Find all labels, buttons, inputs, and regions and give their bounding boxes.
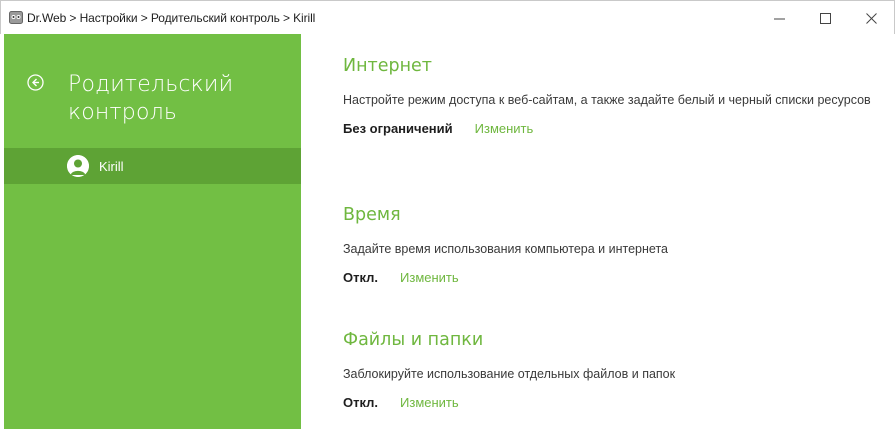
drweb-app-icon xyxy=(9,11,23,24)
status-row: Откл. Изменить xyxy=(343,395,883,410)
main-content: Интернет Настройте режим доступа к веб-с… xyxy=(301,34,895,429)
section-title: Файлы и папки xyxy=(343,330,484,350)
files-section: Файлы и папки Заблокируйте использование… xyxy=(343,329,883,410)
change-files-link[interactable]: Изменить xyxy=(400,395,459,410)
time-section: Время Задайте время использования компью… xyxy=(343,204,883,285)
close-icon[interactable] xyxy=(848,1,894,35)
minimize-icon[interactable] xyxy=(756,1,802,35)
change-time-link[interactable]: Изменить xyxy=(400,270,459,285)
user-avatar-icon xyxy=(67,155,89,177)
window-title: Dr.Web > Настройки > Родительский контро… xyxy=(27,10,316,25)
window-controls xyxy=(756,1,894,35)
status-row: Откл. Изменить xyxy=(343,270,883,285)
maximize-icon[interactable] xyxy=(802,1,848,35)
status-value: Без ограничений xyxy=(343,121,453,136)
sidebar: Родительский контроль Kirill xyxy=(4,34,301,429)
sidebar-item-label: Kirill xyxy=(99,158,124,174)
sidebar-item-kirill[interactable]: Kirill xyxy=(4,148,301,184)
section-description: Заблокируйте использование отдельных фай… xyxy=(343,367,676,381)
internet-section: Интернет Настройте режим доступа к веб-с… xyxy=(343,55,883,136)
status-row: Без ограничений Изменить xyxy=(343,121,883,136)
sidebar-title: Родительский контроль xyxy=(68,72,234,125)
section-title: Интернет xyxy=(343,56,433,76)
section-title: Время xyxy=(343,205,401,225)
section-description: Задайте время использования компьютера и… xyxy=(343,242,668,256)
status-value: Откл. xyxy=(343,395,379,410)
status-value: Откл. xyxy=(343,270,379,285)
title-bar: Dr.Web > Настройки > Родительский контро… xyxy=(0,0,895,34)
back-arrow-icon[interactable] xyxy=(27,74,44,91)
change-internet-link[interactable]: Изменить xyxy=(475,121,534,136)
section-description: Настройте режим доступа к веб-сайтам, а … xyxy=(343,93,871,107)
